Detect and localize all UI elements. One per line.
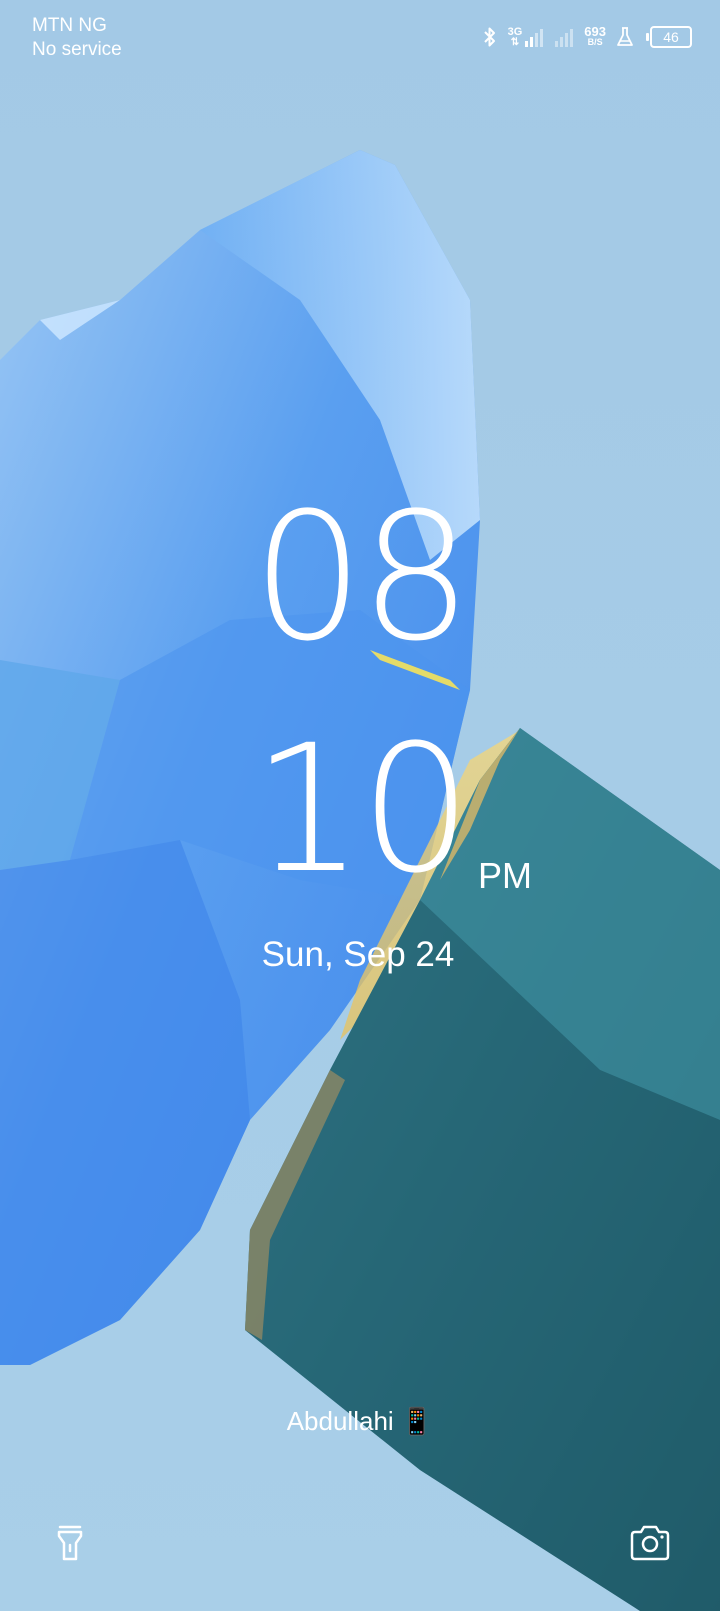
battery-icon: 46 <box>646 26 692 48</box>
signal-bars-icon <box>525 29 544 47</box>
data-arrows-icon: ⇅ <box>510 37 520 48</box>
clock-minute: 10 <box>252 707 472 912</box>
lab-flask-icon <box>617 27 633 46</box>
date-text: Sun, Sep 24 <box>261 935 455 974</box>
camera-icon <box>630 1525 670 1561</box>
lock-date: Sun, Sep 24 <box>0 935 720 975</box>
clock-hour: 08 <box>252 475 472 680</box>
service-status: No service <box>32 39 122 60</box>
bluetooth-icon <box>483 27 495 47</box>
signal-empty-icon <box>555 29 574 47</box>
status-bar: MTN NG No service 3G ⇅ 693 B/S 46 <box>0 0 720 70</box>
network-speed-value: 693 <box>584 24 606 39</box>
network-speed: 693 B/S <box>584 24 606 48</box>
network-speed-unit: B/S <box>587 37 603 47</box>
owner-info: Abdullahi 📱 <box>286 1406 434 1436</box>
clock-ampm: PM <box>478 855 532 896</box>
camera-button[interactable] <box>628 1521 672 1565</box>
status-icons: 3G ⇅ 693 B/S 46 <box>482 22 692 52</box>
carrier-info: MTN NG No service <box>32 14 122 62</box>
carrier-name: MTN NG <box>32 15 107 36</box>
flashlight-icon <box>57 1525 83 1561</box>
flashlight-button[interactable] <box>48 1521 92 1565</box>
battery-level: 46 <box>663 29 679 45</box>
signal-3g-icon: 3G ⇅ <box>508 26 545 48</box>
